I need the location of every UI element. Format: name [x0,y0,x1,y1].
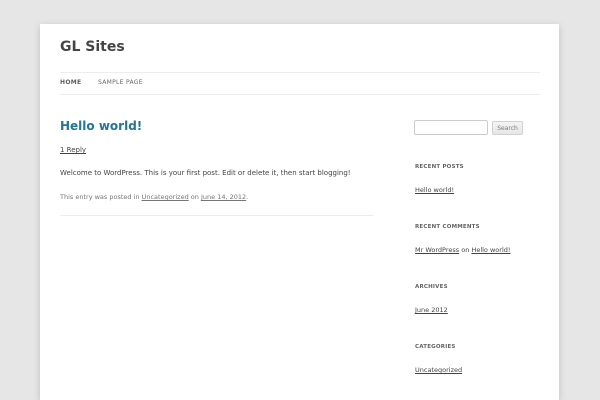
main-navigation: HOME SAMPLE PAGE [60,72,540,95]
entry-meta-prefix: This entry was posted in [60,193,140,201]
entry-meta-on: on [190,193,199,201]
post-content: Welcome to WordPress. This is your first… [60,169,351,177]
entry-meta-suffix: . [246,193,249,201]
archive-link[interactable]: June 2012 [415,306,448,314]
comment-post-link[interactable]: Hello world! [471,246,510,254]
recent-post-link[interactable]: Hello world! [415,186,454,194]
reply-link[interactable]: 1 Reply [60,146,86,154]
recent-posts-title: RECENT POSTS [415,164,464,170]
category-link[interactable]: Uncategorized [142,193,189,201]
entry-meta: This entry was posted in Uncategorized o… [60,193,248,201]
page-container: GL Sites HOME SAMPLE PAGE Hello world! 1… [40,24,559,400]
date-link[interactable]: June 14, 2012 [201,193,246,201]
post-divider [60,215,373,216]
comment-on-text: on [461,246,470,254]
nav-item-home[interactable]: HOME [60,79,81,86]
search-button[interactable]: Search [492,121,523,135]
categories-title: CATEGORIES [415,344,456,350]
archives-title: ARCHIVES [415,284,448,290]
nav-item-sample-page[interactable]: SAMPLE PAGE [98,79,143,86]
categories-list: Uncategorized [415,366,462,374]
archives-list: June 2012 [415,306,448,314]
search-input[interactable] [414,120,488,135]
category-widget-link[interactable]: Uncategorized [415,366,462,374]
comment-author-link[interactable]: Mr WordPress [415,246,459,254]
recent-posts-list: Hello world! [415,186,454,194]
recent-comment-item: Mr WordPress on Hello world! [415,246,510,254]
post-title[interactable]: Hello world! [60,119,142,133]
recent-comments-title: RECENT COMMENTS [415,224,480,230]
site-title[interactable]: GL Sites [60,39,125,55]
